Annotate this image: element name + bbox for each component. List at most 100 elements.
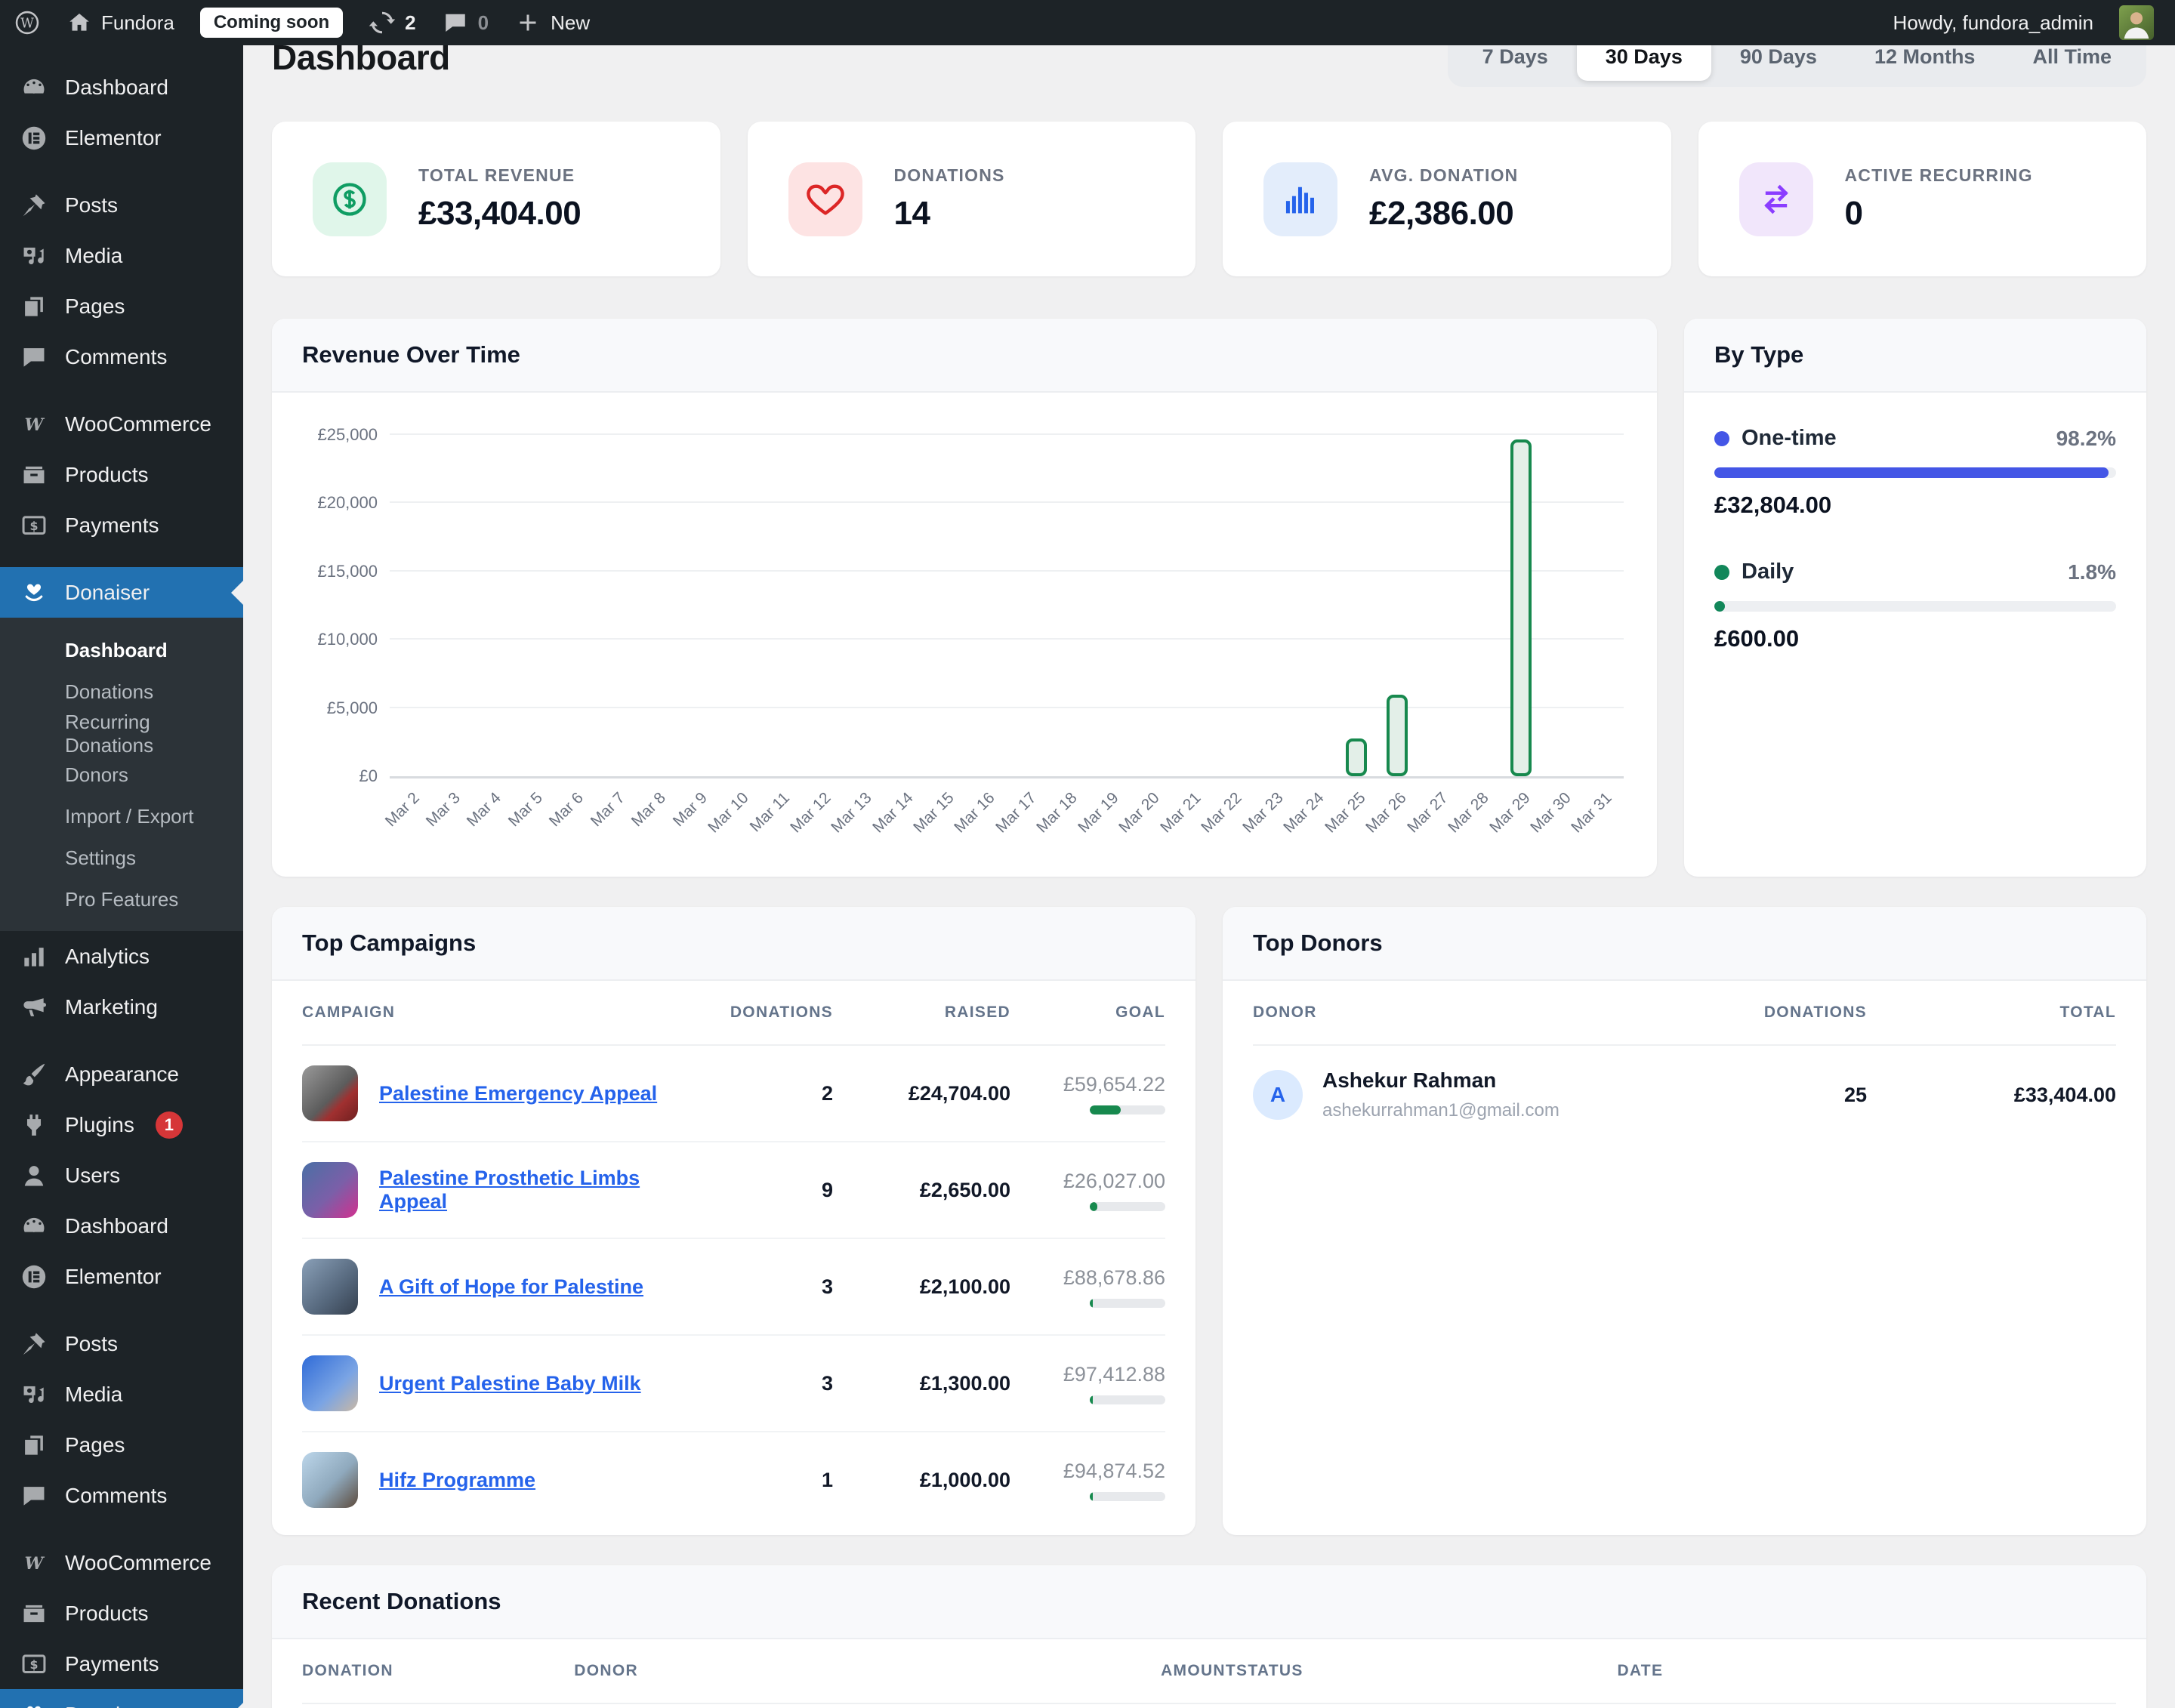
site-name: Fundora [101, 11, 174, 35]
home-icon [66, 10, 92, 35]
sidebar-item-elementor[interactable]: Elementor [0, 1251, 243, 1302]
sidebar-item-comments[interactable]: Comments [0, 331, 243, 382]
submenu-item-dashboard[interactable]: Dashboard [0, 630, 243, 671]
sidebar-item-dashboard[interactable]: Dashboard [0, 1201, 243, 1251]
campaign-thumbnail [302, 1065, 358, 1121]
submenu-item-recurring-donations[interactable]: Recurring Donations [0, 713, 243, 754]
campaign-link-a-gift-of-hope-for-palestine[interactable]: A Gift of Hope for Palestine [379, 1275, 643, 1299]
revenue-bar-mar-25 [1346, 738, 1367, 776]
sidebar-item-donaiser[interactable]: Donaiser [0, 567, 243, 618]
svg-text:$: $ [29, 1657, 38, 1672]
submenu-item-donors[interactable]: Donors [0, 754, 243, 796]
campaign-goal: £59,654.22 [1010, 1053, 1165, 1134]
sidebar-item-analytics[interactable]: Analytics [0, 931, 243, 982]
sidebar-item-pages[interactable]: Pages [0, 281, 243, 331]
top-campaigns-table: CAMPAIGNDONATIONSRAISEDGOALPalestine Eme… [272, 981, 1195, 1535]
coming-soon-badge: Coming soon [200, 8, 343, 38]
revenue-bar-mar-29 [1510, 439, 1532, 776]
stat-label: TOTAL REVENUE [418, 165, 581, 186]
wordpress-logo-icon[interactable]: W [14, 9, 41, 36]
sidebar-item-payments[interactable]: $Payments [0, 500, 243, 550]
campaign-raised: £2,100.00 [833, 1275, 1010, 1299]
stat-label: DONATIONS [894, 165, 1005, 186]
campaign-donations: 3 [705, 1372, 833, 1395]
sidebar-item-donaiser[interactable]: Donaiser [0, 1689, 243, 1708]
column-header: GOAL [1010, 1004, 1165, 1022]
repeat-icon [1739, 162, 1813, 236]
by-type-title: By Type [1714, 341, 2116, 368]
avatar[interactable] [2119, 5, 2154, 40]
x-axis-tick-label: Mar 2 [381, 789, 423, 831]
campaign-link-hifz-programme[interactable]: Hifz Programme [379, 1469, 535, 1492]
sidebar-item-woocommerce[interactable]: WWooCommerce [0, 399, 243, 449]
svg-text:$: $ [29, 519, 38, 533]
submenu-item-import-export[interactable]: Import / Export [0, 796, 243, 837]
sidebar-menu-top: DashboardElementor PostsMediaPagesComment… [0, 62, 243, 550]
submenu-item-settings[interactable]: Settings [0, 837, 243, 879]
sidebar-item-label: Appearance [65, 1062, 179, 1087]
campaign-progress-track [1090, 1299, 1165, 1308]
daily-progress-fill [1714, 601, 1725, 612]
site-name-link[interactable]: Fundora [66, 10, 174, 35]
sidebar-item-media[interactable]: Media [0, 230, 243, 281]
stat-card-total-revenue: TOTAL REVENUE £33,404.00 [272, 122, 720, 276]
elementor-icon [20, 1263, 48, 1291]
top-donors-header-row: DONORDONATIONSTOTAL [1253, 981, 2116, 1046]
sidebar-item-posts[interactable]: Posts [0, 180, 243, 230]
media-icon [20, 1380, 48, 1409]
campaign-goal-amount: £59,654.22 [1010, 1073, 1165, 1096]
sidebar-item-payments[interactable]: $Payments [0, 1639, 243, 1689]
main-content: Dashboard 7 Days30 Days90 Days12 MonthsA… [243, 0, 2175, 1708]
admin-sidebar: DashboardElementorPostsMediaPagesComment… [0, 45, 243, 1708]
sidebar-item-label: Marketing [65, 995, 158, 1019]
daily-progress-track [1714, 601, 2116, 612]
sidebar-item-products[interactable]: Products [0, 1588, 243, 1639]
sidebar-item-comments[interactable]: Comments [0, 1470, 243, 1521]
donor-donations: 25 [1716, 1084, 1867, 1107]
submenu-item-donations[interactable]: Donations [0, 671, 243, 713]
sidebar-item-elementor[interactable]: Elementor [0, 113, 243, 163]
top-donors-title: Top Donors [1253, 930, 2116, 957]
pin-icon [20, 1330, 48, 1358]
comment-icon [20, 343, 48, 372]
pin-icon [20, 191, 48, 220]
new-content-menu[interactable]: New [514, 9, 590, 36]
comments-menu[interactable]: 0 [442, 9, 489, 36]
campaign-link-palestine-prosthetic-limbs-appeal[interactable]: Palestine Prosthetic Limbs Appeal [379, 1167, 705, 1213]
user-icon [20, 1161, 48, 1190]
stat-value: £33,404.00 [418, 195, 581, 233]
sidebar-menu-bottom: Analytics Marketing Appearance Plugins1User… [0, 931, 243, 1708]
howdy-account-menu[interactable]: Howdy, fundora_admin [1893, 11, 2093, 35]
campaign-raised: £1,000.00 [833, 1469, 1010, 1492]
campaign-thumbnail [302, 1355, 358, 1411]
woocommerce-icon: W [20, 410, 48, 439]
sidebar-item-users[interactable]: Users [0, 1150, 243, 1201]
sidebar-item-products[interactable]: Products [0, 449, 243, 500]
sidebar-item-label: Posts [65, 1332, 118, 1356]
campaign-link-palestine-emergency-appeal[interactable]: Palestine Emergency Appeal [379, 1082, 657, 1105]
campaign-progress-track [1090, 1492, 1165, 1501]
sidebar-item-appearance[interactable]: Appearance [0, 1049, 243, 1099]
sidebar-item-dashboard[interactable]: Dashboard [0, 62, 243, 113]
table-row: Palestine Emergency Appeal2£24,704.00£59… [302, 1046, 1165, 1142]
updates-menu[interactable]: 2 [369, 9, 415, 36]
campaign-thumbnail [302, 1259, 358, 1315]
donor-avatar: A [1253, 1070, 1303, 1120]
submenu-item-pro-features[interactable]: Pro Features [0, 879, 243, 920]
sidebar-item-marketing[interactable]: Marketing [0, 982, 243, 1032]
woocommerce-icon: W [20, 1549, 48, 1577]
column-header: DONOR [574, 1662, 964, 1680]
campaign-goal: £97,412.88 [1010, 1343, 1165, 1424]
donaiser-submenu: DashboardDonationsRecurring DonationsDon… [0, 618, 243, 931]
sidebar-item-media[interactable]: Media [0, 1369, 243, 1420]
campaign-goal-amount: £97,412.88 [1010, 1363, 1165, 1386]
sidebar-item-woocommerce[interactable]: WWooCommerce [0, 1537, 243, 1588]
y-axis-tick-label: £15,000 [305, 562, 378, 581]
stat-card-active-recurring: ACTIVE RECURRING0 [1698, 122, 2147, 276]
sidebar-item-posts[interactable]: Posts [0, 1318, 243, 1369]
sidebar-item-plugins[interactable]: Plugins1 [0, 1099, 243, 1150]
y-axis-tick-label: £20,000 [305, 493, 378, 513]
column-header: STATUS [1236, 1662, 1617, 1680]
sidebar-item-pages[interactable]: Pages [0, 1420, 243, 1470]
campaign-link-urgent-palestine-baby-milk[interactable]: Urgent Palestine Baby Milk [379, 1372, 641, 1395]
